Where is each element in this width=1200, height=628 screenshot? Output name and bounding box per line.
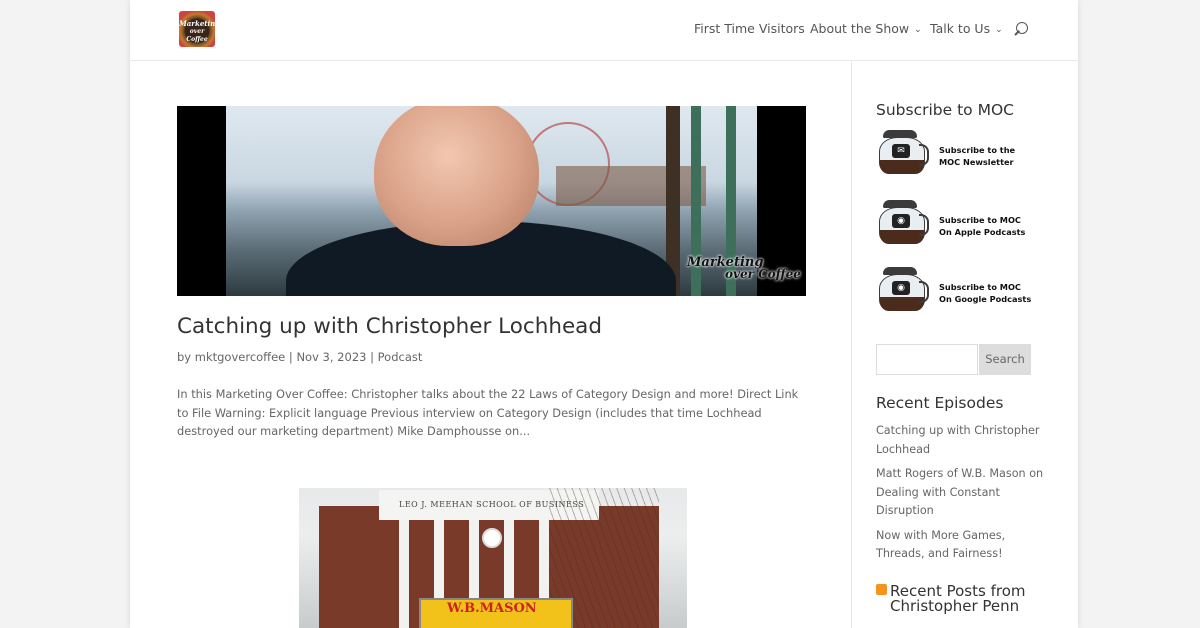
second-post-image[interactable]: LEO J. MEEHAN SCHOOL OF BUSINESS W.B.MAS… — [299, 488, 687, 628]
podcast-icon: ◉ — [892, 281, 910, 295]
subscribe-line-1: Subscribe to MOC — [939, 215, 1021, 225]
nav-first-time-visitors[interactable]: First Time Visitors — [694, 21, 805, 36]
subscribe-text: Subscribe to the MOC Newsletter — [939, 144, 1015, 168]
post-excerpt: In this Marketing Over Coffee: Christoph… — [177, 387, 799, 438]
chevron-down-icon: ⌄ — [995, 25, 1003, 35]
building-column — [399, 520, 409, 628]
sidebar-search-input[interactable] — [876, 344, 978, 375]
coffee-pot-icon: ◉ — [877, 267, 929, 313]
nav-label: About the Show — [810, 21, 910, 36]
meta-separator: | — [370, 350, 374, 364]
recent-episode-link[interactable]: Catching up with Christopher Lochhead — [876, 422, 1046, 459]
subscribe-google-podcasts-link[interactable]: ◉ Subscribe to MOC On Google Podcasts — [877, 265, 1037, 320]
hero-brand-text-2: over Coffee — [725, 267, 801, 281]
page-container: Marketing over Coffee First Time Visitor… — [130, 0, 1078, 628]
coffee-pot-icon: ✉ — [877, 130, 929, 176]
meta-by: by — [177, 350, 192, 364]
rss-heading[interactable]: Recent Posts from Christopher Penn — [876, 584, 1040, 614]
rss-icon — [876, 584, 887, 595]
site-header: Marketing over Coffee First Time Visitor… — [130, 0, 1078, 61]
subscribe-text: Subscribe to MOC On Apple Podcasts — [939, 214, 1025, 238]
subscribe-line-2: On Google Podcasts — [939, 294, 1032, 304]
hero-scene — [226, 106, 757, 296]
subscribe-apple-podcasts-link[interactable]: ◉ Subscribe to MOC On Apple Podcasts — [877, 198, 1037, 253]
meta-separator: | — [288, 350, 293, 364]
nav-label: First Time Visitors — [694, 21, 805, 36]
sidebar-divider — [851, 61, 852, 628]
rss-heading-text: Recent Posts from Christopher Penn — [890, 582, 1026, 615]
post-featured-image[interactable]: Marketing over Coffee — [177, 106, 806, 296]
site-logo[interactable]: Marketing over Coffee — [179, 11, 215, 47]
person-head — [374, 106, 539, 246]
logo-text-1: Marketing — [179, 19, 215, 28]
hero-brand-logo-2: over Coffee — [725, 268, 801, 281]
subscribe-newsletter-link[interactable]: ✉ Subscribe to the MOC Newsletter — [877, 128, 1037, 183]
carnival-ride — [556, 166, 706, 206]
subscribe-line-2: On Apple Podcasts — [939, 227, 1026, 237]
nav-talk-to-us[interactable]: Talk to Us ⌄ — [930, 21, 1003, 36]
recent-episode-link[interactable]: Now with More Games, Threads, and Fairne… — [876, 527, 1046, 564]
subscribe-line-1: Subscribe to the — [939, 145, 1016, 155]
post-date: Nov 3, 2023 — [296, 350, 367, 364]
post-author-link[interactable]: mktgovercoffee — [195, 350, 286, 364]
podcast-icon: ◉ — [892, 214, 910, 228]
recent-episodes-heading: Recent Episodes — [876, 394, 1004, 412]
logo-text-2: over Coffee — [186, 28, 208, 43]
billboard-text: W.B.MASON — [447, 601, 537, 616]
chevron-down-icon: ⌄ — [914, 25, 922, 35]
clock-icon — [482, 528, 502, 548]
search-icon[interactable] — [1016, 22, 1028, 34]
subscribe-text: Subscribe to MOC On Google Podcasts — [939, 281, 1031, 305]
subscribe-line-1: Subscribe to MOC — [939, 282, 1021, 292]
recent-episodes-list: Catching up with Christopher Lochhead Ma… — [876, 422, 1046, 570]
subscribe-heading: Subscribe to MOC — [876, 101, 1014, 119]
recent-episode-link[interactable]: Matt Rogers of W.B. Mason on Dealing wit… — [876, 465, 1046, 521]
post-meta: by mktgovercoffee | Nov 3, 2023 | Podcas… — [177, 350, 422, 364]
nav-label: Talk to Us — [930, 21, 991, 36]
post-category-link[interactable]: Podcast — [378, 350, 423, 364]
post-title[interactable]: Catching up with Christopher Lochhead — [177, 314, 602, 339]
envelope-icon: ✉ — [892, 144, 910, 158]
nav-about-the-show[interactable]: About the Show ⌄ — [810, 21, 922, 36]
sidebar-search-button[interactable]: Search — [979, 344, 1031, 375]
subscribe-line-2: MOC Newsletter — [939, 157, 1014, 167]
coffee-pot-icon: ◉ — [877, 200, 929, 246]
